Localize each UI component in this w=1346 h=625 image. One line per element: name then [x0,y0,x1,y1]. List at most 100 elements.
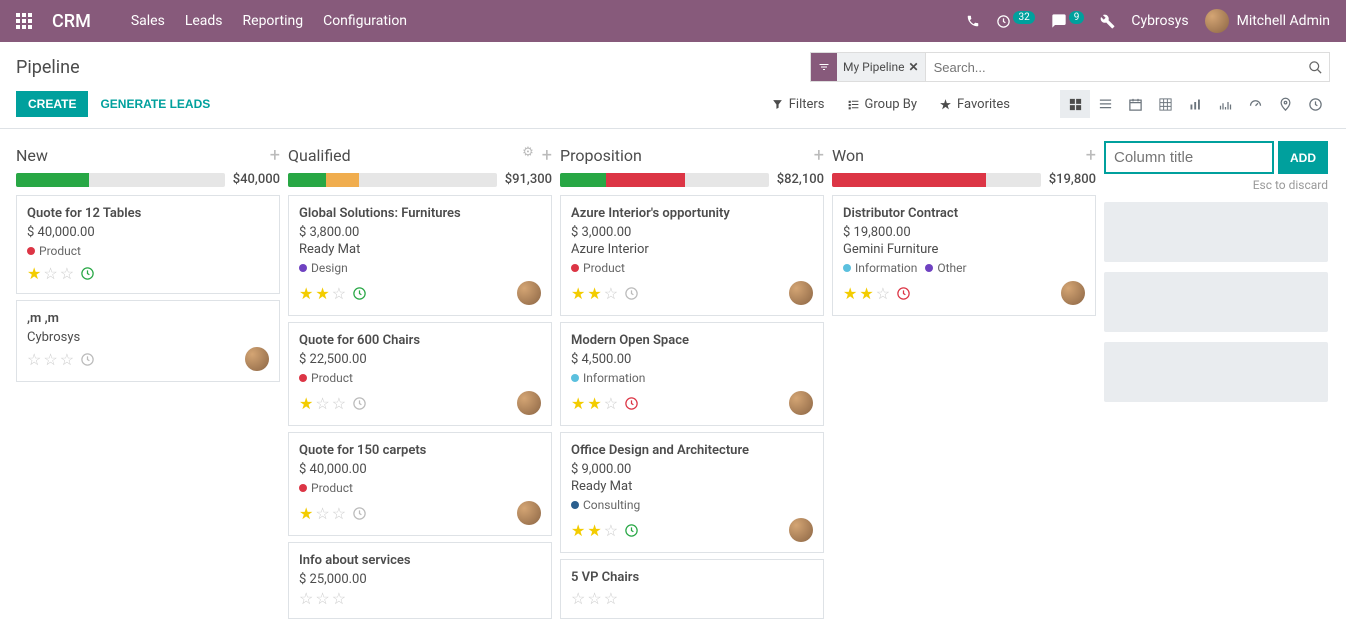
priority-stars[interactable]: ★★☆ [571,394,618,413]
assignee-avatar[interactable] [789,518,813,542]
progress-segment[interactable] [16,173,89,187]
tag[interactable]: Consulting [571,498,640,512]
star-icon[interactable]: ★ [299,284,313,303]
facet-remove-icon[interactable]: ✕ [909,60,919,74]
progress-segment[interactable] [606,173,685,187]
kanban-card[interactable]: Office Design and Architecture$ 9,000.00… [560,432,824,553]
view-graph[interactable] [1180,90,1210,118]
view-list[interactable] [1090,90,1120,118]
star-icon[interactable]: ☆ [315,504,329,523]
progress-bar[interactable] [288,173,497,187]
star-icon[interactable]: ☆ [332,504,346,523]
filters-tool[interactable]: Filters [771,97,825,112]
assignee-avatar[interactable] [517,391,541,415]
view-kanban[interactable] [1060,90,1090,118]
priority-stars[interactable]: ☆☆☆ [27,350,74,369]
add-column-button[interactable]: ADD [1278,141,1328,174]
view-activity[interactable] [1300,90,1330,118]
assignee-avatar[interactable] [789,281,813,305]
kanban-card[interactable]: Modern Open Space$ 4,500.00Information★★… [560,322,824,426]
brand[interactable]: CRM [52,11,91,32]
add-card-icon[interactable]: + [270,145,280,166]
star-icon[interactable]: ☆ [332,589,346,608]
nav-configuration[interactable]: Configuration [323,13,407,29]
star-icon[interactable]: ★ [587,394,601,413]
star-icon[interactable]: ★ [571,521,585,540]
star-icon[interactable]: ☆ [332,284,346,303]
star-icon[interactable]: ☆ [315,589,329,608]
star-icon[interactable]: ☆ [604,521,618,540]
star-icon[interactable]: ★ [299,504,313,523]
progress-segment[interactable] [832,173,986,187]
star-icon[interactable]: ☆ [604,394,618,413]
activity-indicator-icon[interactable] [896,286,911,301]
priority-stars[interactable]: ★☆☆ [27,264,74,283]
star-icon[interactable]: ★ [843,284,857,303]
priority-stars[interactable]: ☆☆☆ [299,589,346,608]
activity-indicator-icon[interactable] [80,266,95,281]
progress-bar[interactable] [832,173,1041,187]
star-icon[interactable]: ☆ [876,284,890,303]
view-pivot[interactable] [1150,90,1180,118]
progress-segment[interactable] [326,173,359,187]
star-icon[interactable]: ★ [571,394,585,413]
kanban-card[interactable]: Info about services$ 25,000.00☆☆☆ [288,542,552,619]
star-icon[interactable]: ☆ [43,264,57,283]
star-icon[interactable]: ★ [315,284,329,303]
column-title[interactable]: Qualified [288,146,351,165]
priority-stars[interactable]: ★★☆ [571,521,618,540]
add-card-icon[interactable]: + [814,145,824,166]
star-icon[interactable]: ☆ [299,589,313,608]
star-icon[interactable]: ★ [27,264,41,283]
activity-indicator-icon[interactable] [624,286,639,301]
priority-stars[interactable]: ★★☆ [843,284,890,303]
gear-icon[interactable]: ⚙ [522,145,534,166]
star-icon[interactable]: ☆ [60,264,74,283]
activity-indicator-icon[interactable] [624,396,639,411]
kanban-card[interactable]: Quote for 12 Tables$ 40,000.00Product★☆☆ [16,195,280,294]
priority-stars[interactable]: ★☆☆ [299,504,346,523]
search-input[interactable] [926,53,1302,81]
assignee-avatar[interactable] [1061,281,1085,305]
nav-leads[interactable]: Leads [185,13,223,29]
activity-indicator-icon[interactable] [352,506,367,521]
column-title[interactable]: Won [832,146,864,165]
assignee-avatar[interactable] [517,501,541,525]
nav-reporting[interactable]: Reporting [243,13,304,29]
add-card-icon[interactable]: + [1086,145,1096,166]
star-icon[interactable]: ☆ [332,394,346,413]
user-menu[interactable]: Mitchell Admin [1205,9,1330,33]
star-icon[interactable]: ☆ [571,589,585,608]
kanban-card[interactable]: Global Solutions: Furnitures$ 3,800.00Re… [288,195,552,316]
tag[interactable]: Design [299,261,348,275]
search-box[interactable]: My Pipeline ✕ [810,52,1330,82]
star-icon[interactable]: ☆ [587,589,601,608]
tag[interactable]: Product [571,261,625,275]
progress-segment[interactable] [560,173,606,187]
column-title[interactable]: New [16,146,48,165]
star-icon[interactable]: ★ [587,284,601,303]
tag[interactable]: Other [925,261,966,275]
search-icon[interactable] [1302,60,1329,75]
priority-stars[interactable]: ☆☆☆ [571,589,618,608]
priority-stars[interactable]: ★☆☆ [299,394,346,413]
kanban-card[interactable]: Quote for 600 Chairs$ 22,500.00Product★☆… [288,322,552,426]
priority-stars[interactable]: ★★☆ [571,284,618,303]
activity-indicator-icon[interactable] [80,352,95,367]
star-icon[interactable]: ★ [571,284,585,303]
favorites-tool[interactable]: Favorites [939,97,1010,112]
create-button[interactable]: CREATE [16,91,88,117]
kanban-card[interactable]: Azure Interior's opportunity$ 3,000.00Az… [560,195,824,316]
tag[interactable]: Product [299,371,353,385]
star-icon[interactable]: ★ [299,394,313,413]
view-map[interactable] [1270,90,1300,118]
column-title-input[interactable] [1104,141,1274,174]
tag[interactable]: Product [27,244,81,258]
activity-indicator-icon[interactable] [624,523,639,538]
activity-icon[interactable]: 32 [996,14,1034,29]
progress-segment[interactable] [288,173,326,187]
star-icon[interactable]: ☆ [43,350,57,369]
star-icon[interactable]: ☆ [604,589,618,608]
phone-icon[interactable] [966,14,980,28]
tag[interactable]: Information [843,261,917,275]
